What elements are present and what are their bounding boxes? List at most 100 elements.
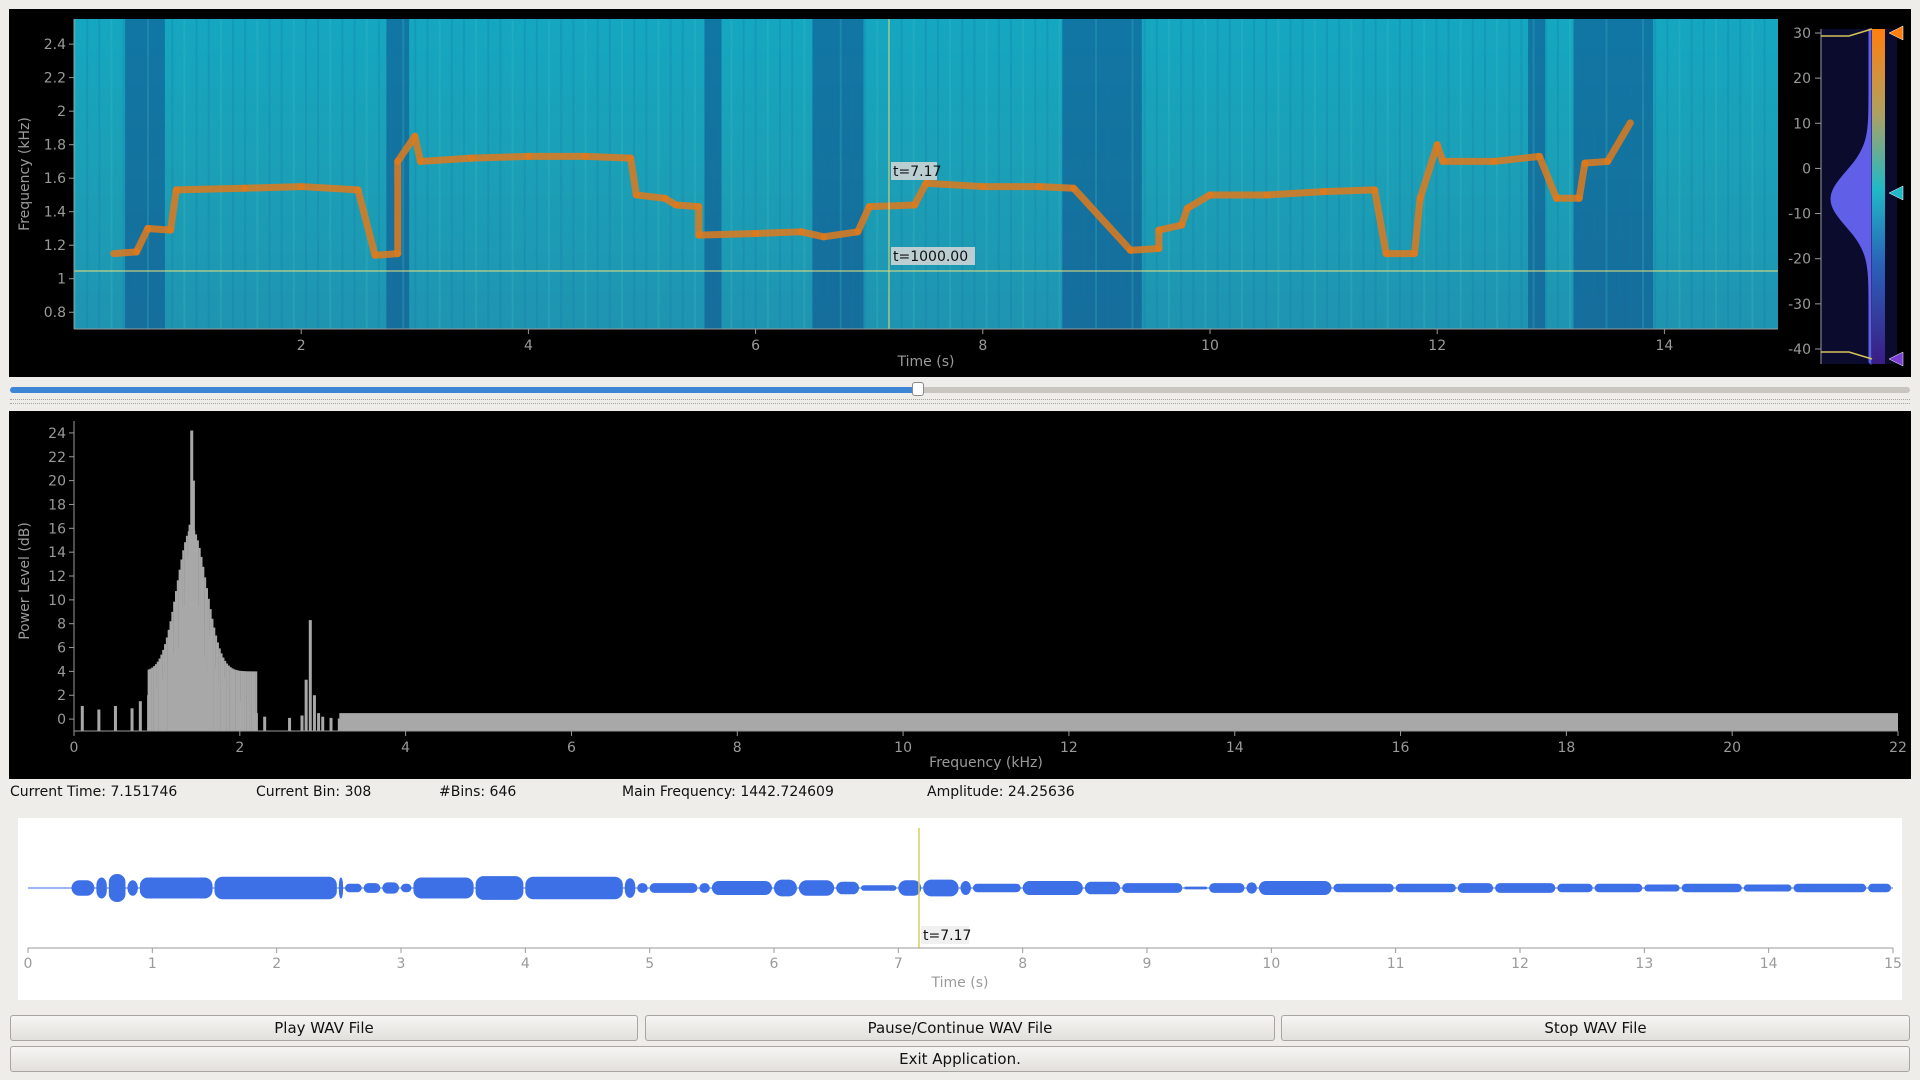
waveform-plot[interactable]: t=7.17 0 1 2 3 4 5 6 7 8 9 10 11 12 13 14 15 Time (s) — [18, 818, 1902, 1000]
waveform-panel: t=7.17 0 1 2 3 4 5 6 7 8 9 10 11 12 13 14 15 Time (s) — [18, 818, 1902, 1000]
spectrogram-streak — [1508, 19, 1511, 329]
waveform-segment — [338, 877, 344, 899]
spectrogram-streak — [973, 19, 976, 329]
waveform-segment — [836, 881, 860, 895]
colorbar-tick-label: 10 — [1793, 116, 1811, 132]
spectrum-x-tick-label: 6 — [567, 740, 576, 756]
spectrogram-y-axis-title: Frequency (kHz) — [17, 117, 33, 231]
playback-slider[interactable] — [10, 382, 1910, 396]
spectrogram-plot[interactable]: t=7.17 t=1000.00 0.8 1 1.2 1.4 1.6 1.8 2 2.2 2.4… — [9, 9, 1911, 377]
spectrogram-streak — [669, 19, 672, 329]
spectrum-bar — [288, 717, 292, 731]
spectrum-y-tick-label: 24 — [48, 426, 66, 442]
colorbar-tick-label: -20 — [1788, 252, 1811, 268]
spectrogram-streak — [1046, 19, 1049, 329]
waveform-x-tick-label: 13 — [1635, 956, 1653, 972]
spectrum-plot[interactable]: 024681012141618202224 0 2 4 6 8 10 12 14 16 18 20 2… — [9, 411, 1911, 779]
spectrogram-streak — [1143, 19, 1146, 329]
spectrogram-streak — [475, 19, 478, 329]
spectrum-bar — [211, 618, 214, 731]
spectrogram-streak — [961, 19, 964, 329]
spectrum-bar — [174, 591, 177, 731]
spectrogram-streak — [997, 19, 1000, 329]
spectrogram-x-tick-label: 2 — [297, 338, 306, 354]
spectrum-bar — [227, 665, 230, 731]
waveform-x-tick-label: 14 — [1760, 956, 1778, 972]
playback-slider-handle[interactable] — [912, 382, 925, 396]
spectrogram-streak — [1411, 19, 1414, 329]
spectrogram-y-tick-label: 2.2 — [44, 71, 66, 87]
spectrum-bar — [178, 569, 181, 731]
spectrogram-streak — [1496, 19, 1499, 329]
waveform-segment — [649, 883, 698, 893]
spectrum-x-tick-label: 20 — [1723, 740, 1741, 756]
spectrogram-streak — [1216, 19, 1219, 329]
spectrum-bar — [226, 663, 229, 731]
spectrum-bar — [207, 598, 210, 731]
spectrogram-harmonic-segment — [172, 184, 248, 194]
time-cursor-label: t=7.17 — [893, 164, 941, 180]
spectrogram-streak — [341, 19, 344, 329]
waveform-segment — [1457, 883, 1494, 893]
waveform-segment — [1022, 881, 1083, 895]
spectrogram-streak — [317, 19, 320, 329]
spectrogram-streak — [110, 19, 113, 329]
spectrum-y-axis-title: Power Level (dB) — [17, 522, 33, 640]
spectrogram-streak — [584, 19, 587, 329]
colorbar-tick-label: 0 — [1802, 161, 1811, 177]
spectrum-bar — [235, 669, 238, 731]
spectrogram-streak — [681, 19, 684, 329]
spectrum-bar — [169, 621, 172, 731]
spectrum-bar — [216, 642, 219, 731]
pause-continue-button[interactable]: Pause/Continue WAV File — [645, 1015, 1275, 1041]
exit-button[interactable]: Exit Application. — [10, 1046, 1910, 1072]
spectrogram-streak — [268, 19, 271, 329]
spectrogram-streak — [1204, 19, 1207, 329]
spectrogram-streak — [134, 19, 137, 329]
spectrogram-streak — [730, 19, 733, 329]
spectrogram-harmonic-segment — [1490, 152, 1543, 165]
spectrogram-streak — [1155, 19, 1158, 329]
spectrogram-streak — [523, 19, 526, 329]
spectrogram-streak — [1350, 19, 1353, 329]
spectrogram-streak — [754, 19, 757, 329]
status-num-bins: #Bins: 646 — [439, 784, 517, 800]
waveform-segment — [711, 881, 772, 895]
spectrum-bar — [213, 627, 216, 731]
spectrogram-x-tick-label: 6 — [751, 338, 760, 354]
spectrogram-streak — [146, 19, 149, 329]
spectrogram-streak — [1082, 19, 1085, 329]
waveform-segment — [898, 880, 922, 896]
waveform-segment — [413, 877, 474, 899]
waveform-segment — [861, 885, 897, 891]
spectrum-bar — [154, 664, 157, 731]
spectrogram-streak — [1739, 19, 1742, 329]
spectrogram-streak — [864, 19, 867, 329]
spectrum-x-tick-label: 18 — [1557, 740, 1575, 756]
spectrogram-streak — [1520, 19, 1523, 329]
play-button[interactable]: Play WAV File — [10, 1015, 638, 1041]
spectrum-x-tick-label: 16 — [1392, 740, 1410, 756]
spectrogram-streak — [791, 19, 794, 329]
waveform-x-tick-label: 0 — [24, 956, 33, 972]
spectrum-bar — [147, 669, 150, 731]
spectrogram-streak — [450, 19, 453, 329]
spectrum-y-tick-label: 20 — [48, 474, 66, 490]
spectrogram-streak — [1471, 19, 1474, 329]
spectrogram-streak — [86, 19, 89, 329]
spectrogram-streak — [1107, 19, 1110, 329]
spectrum-bar — [236, 670, 239, 731]
spectrogram-streak — [292, 19, 295, 329]
spectrogram-streak — [742, 19, 745, 329]
spectrum-bar — [204, 577, 207, 731]
colorbar-gradient[interactable] — [1872, 29, 1885, 364]
spectrum-bar — [80, 705, 84, 731]
spectrogram-streak — [487, 19, 490, 329]
spectrogram-streak — [1034, 19, 1037, 329]
spectrum-bar — [195, 534, 198, 731]
spectrum-x-tick-label: 8 — [733, 740, 742, 756]
stop-button[interactable]: Stop WAV File — [1281, 1015, 1910, 1041]
waveform-segment — [363, 883, 381, 893]
waveform-segment — [624, 878, 636, 898]
waveform-segment — [774, 879, 797, 897]
